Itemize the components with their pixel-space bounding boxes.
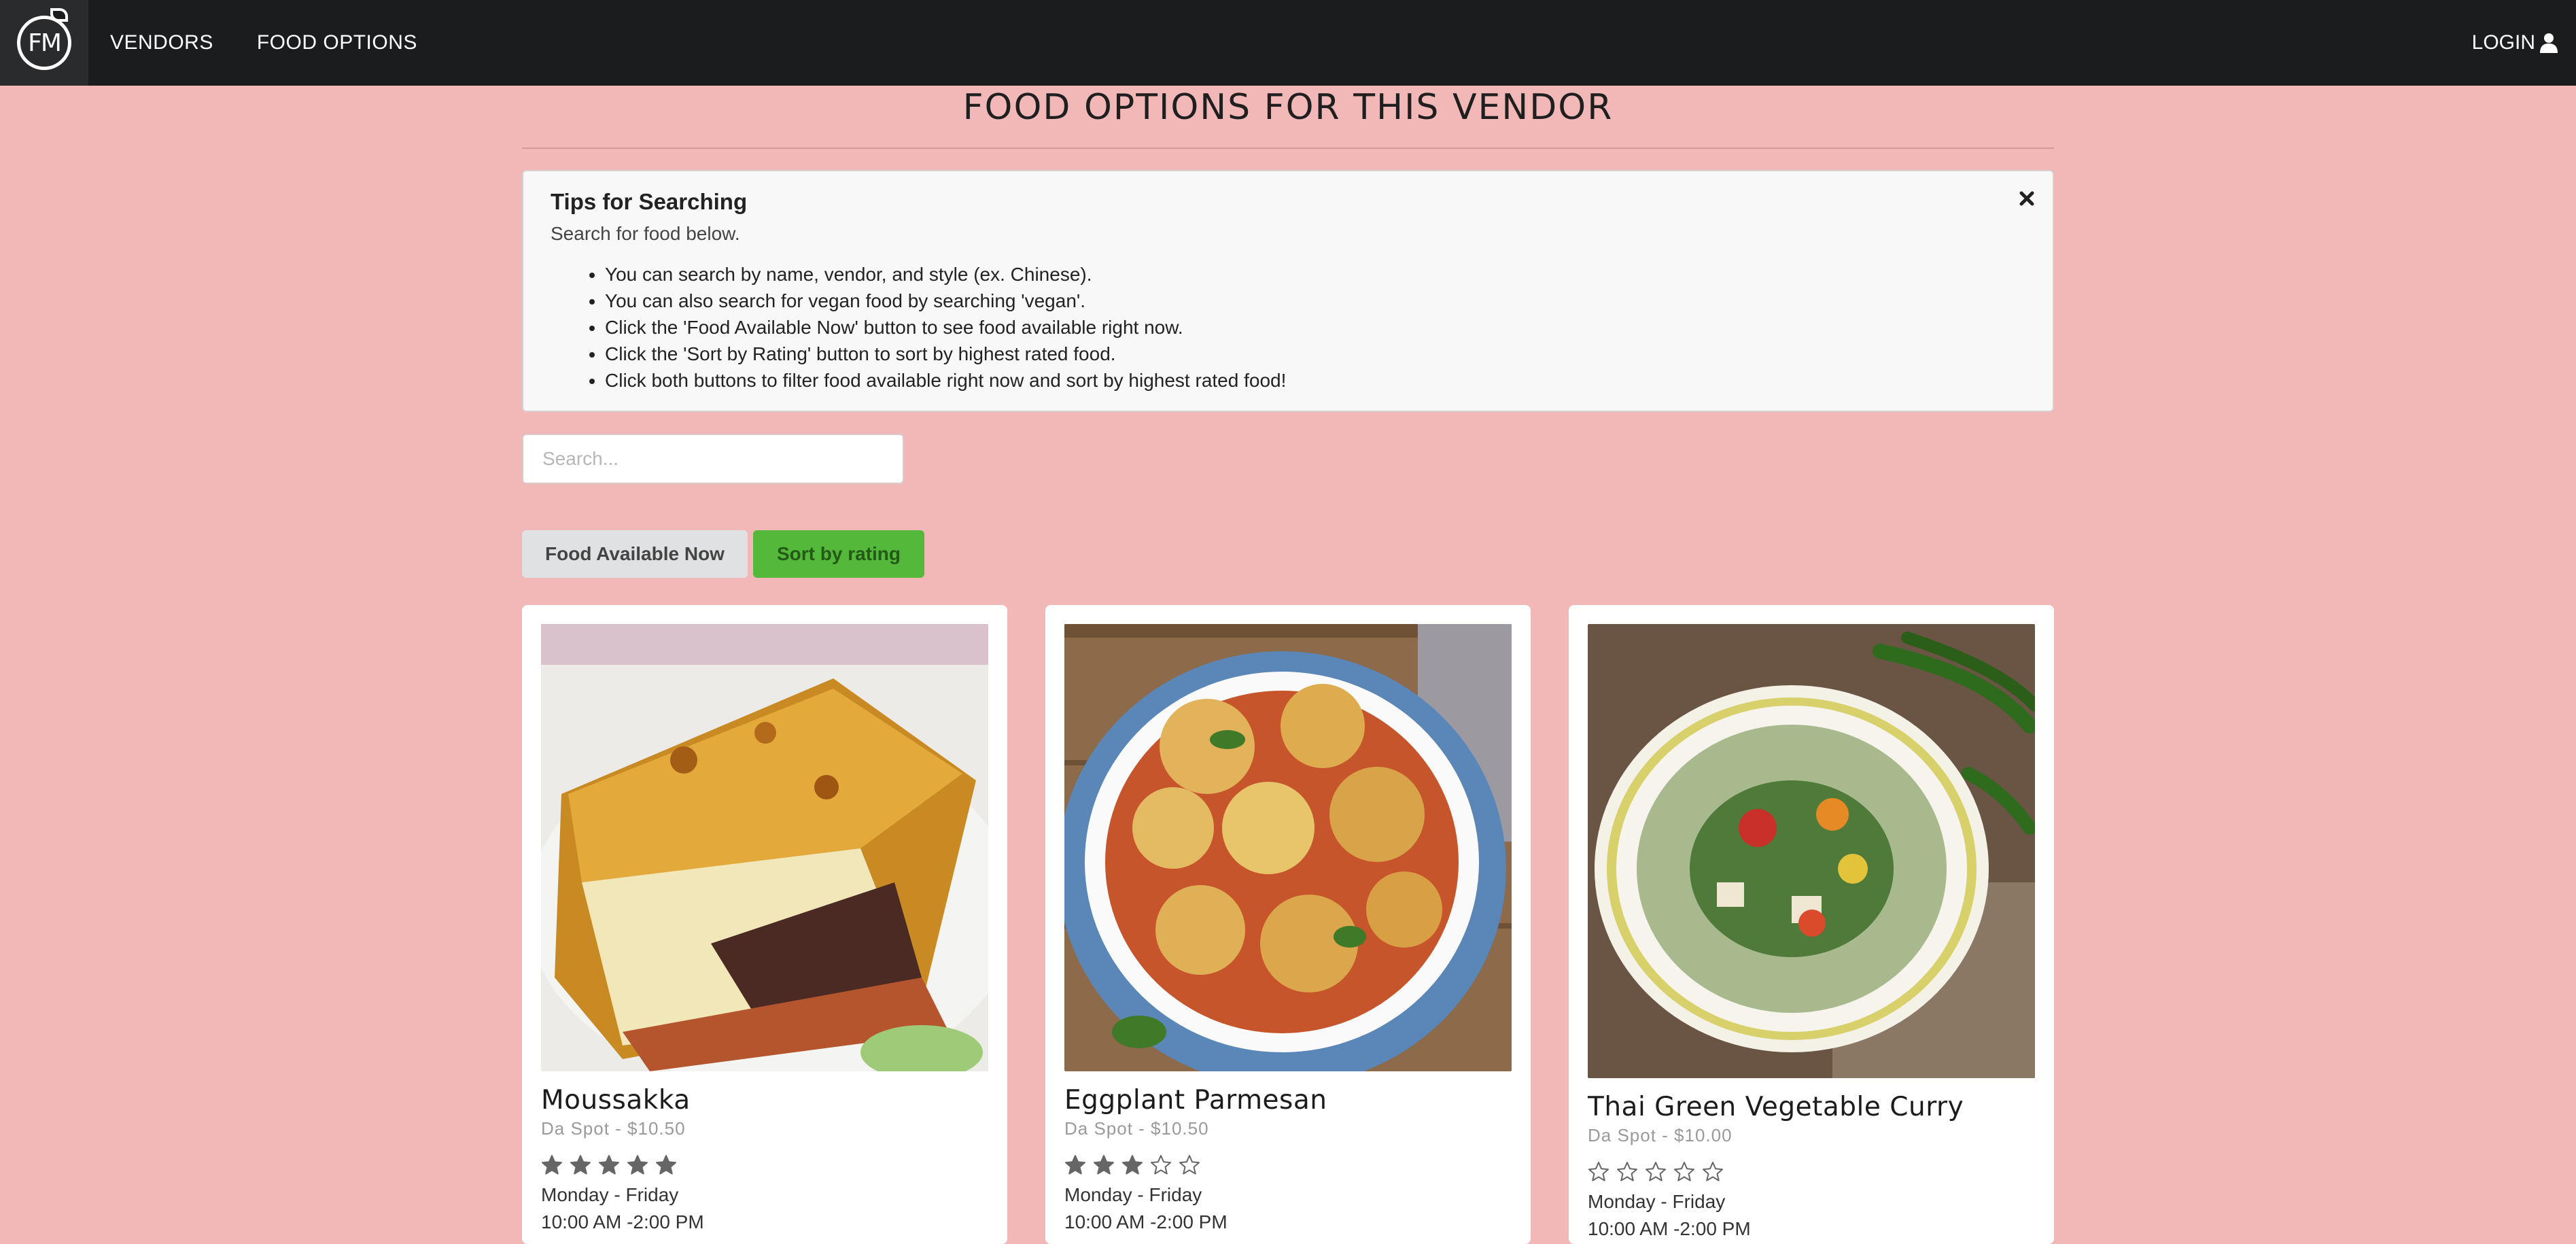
top-navbar: FM VENDORS FOOD OPTIONS LOGIN	[0, 0, 2576, 86]
fm-logo-icon: FM	[17, 8, 71, 70]
food-vendor-price: Da Spot - $10.00	[1588, 1125, 1733, 1145]
food-name: Moussakka	[541, 1085, 691, 1116]
tips-title: Tips for Searching	[551, 189, 748, 214]
tips-list-item: Click both buttons to filter food availa…	[605, 367, 2025, 394]
title-divider	[522, 148, 2054, 149]
star-rating[interactable]	[1588, 1161, 2035, 1183]
star-empty-icon[interactable]	[1702, 1161, 1724, 1183]
search-input[interactable]	[522, 434, 904, 484]
star-empty-icon[interactable]	[1150, 1154, 1172, 1176]
food-name: Thai Green Vegetable Curry	[1588, 1092, 1964, 1122]
star-filled-icon[interactable]	[655, 1154, 677, 1176]
logo-text: FM	[28, 29, 62, 57]
leaf-icon	[50, 8, 68, 22]
star-filled-icon[interactable]	[570, 1154, 591, 1176]
nav-item-food-options[interactable]: FOOD OPTIONS	[235, 0, 439, 86]
tips-list-item: Click the 'Food Available Now' button to…	[605, 314, 2025, 341]
star-rating[interactable]	[541, 1154, 988, 1176]
moussaka-image	[541, 624, 988, 1071]
food-hours: 10:00 AM -2:00 PM	[1588, 1218, 1751, 1239]
star-filled-icon[interactable]	[1121, 1154, 1143, 1176]
nav-item-vendors[interactable]: VENDORS	[88, 0, 235, 86]
food-days: Monday - Friday	[541, 1184, 679, 1205]
food-card[interactable]: Moussakka Da Spot - $10.50 Monday - Frid…	[522, 605, 1007, 1244]
star-filled-icon[interactable]	[1093, 1154, 1115, 1176]
food-hours: 10:00 AM -2:00 PM	[1064, 1211, 1228, 1232]
sort-by-rating-button[interactable]: Sort by rating	[753, 530, 924, 578]
food-available-now-button[interactable]: Food Available Now	[522, 530, 748, 578]
tips-list: You can search by name, vendor, and styl…	[551, 261, 2025, 394]
food-vendor-price: Da Spot - $10.50	[1064, 1118, 1209, 1139]
food-name: Eggplant Parmesan	[1064, 1085, 1327, 1116]
star-empty-icon[interactable]	[1616, 1161, 1638, 1183]
login-label: LOGIN	[2471, 31, 2535, 54]
star-filled-icon[interactable]	[1064, 1154, 1086, 1176]
close-icon[interactable]	[2016, 188, 2038, 209]
tips-list-item: You can also search for vegan food by se…	[605, 288, 2025, 314]
food-days: Monday - Friday	[1064, 1184, 1202, 1205]
star-empty-icon[interactable]	[1673, 1161, 1695, 1183]
star-rating[interactable]	[1064, 1154, 1512, 1176]
food-days: Monday - Friday	[1588, 1191, 1726, 1212]
eggplant-parmesan-image	[1064, 624, 1512, 1071]
food-hours: 10:00 AM -2:00 PM	[541, 1211, 704, 1232]
food-card[interactable]: Eggplant Parmesan Da Spot - $10.50 Monda…	[1045, 605, 1531, 1244]
tips-message: Tips for Searching Search for food below…	[522, 170, 2054, 412]
star-filled-icon[interactable]	[598, 1154, 620, 1176]
thai-green-curry-image	[1588, 624, 2035, 1078]
user-icon	[2540, 33, 2558, 53]
food-card[interactable]: Thai Green Vegetable Curry Da Spot - $10…	[1569, 605, 2054, 1244]
tips-list-item: Click the 'Sort by Rating' button to sor…	[605, 341, 2025, 367]
star-empty-icon[interactable]	[1645, 1161, 1667, 1183]
star-filled-icon[interactable]	[541, 1154, 563, 1176]
star-filled-icon[interactable]	[627, 1154, 648, 1176]
tips-subtitle: Search for food below.	[551, 223, 740, 244]
logo[interactable]: FM	[0, 0, 88, 86]
login-button[interactable]: LOGIN	[2472, 31, 2576, 54]
page-title: FOOD OPTIONS FOR THIS VENDOR	[962, 87, 1614, 128]
star-empty-icon[interactable]	[1179, 1154, 1200, 1176]
tips-list-item: You can search by name, vendor, and styl…	[605, 261, 2025, 288]
star-empty-icon[interactable]	[1588, 1161, 1609, 1183]
food-vendor-price: Da Spot - $10.50	[541, 1118, 686, 1139]
